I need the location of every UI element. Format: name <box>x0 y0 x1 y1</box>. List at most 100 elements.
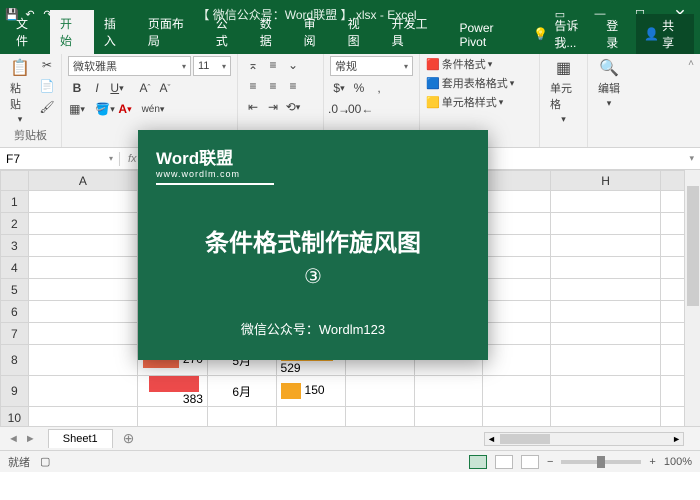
cond-format-label: 条件格式 <box>442 56 486 72</box>
overlay-logo: Word联盟 <box>156 144 470 169</box>
format-painter-icon[interactable]: 🖌 <box>38 98 56 116</box>
font-size-select[interactable]: 11▾ <box>193 56 231 76</box>
horizontal-scrollbar[interactable]: ◄► <box>484 432 684 446</box>
row-header[interactable]: 5 <box>1 279 29 301</box>
phonetic-button[interactable]: wén▾ <box>144 100 162 118</box>
cell-styles-icon: 🟨 <box>426 96 440 109</box>
clipboard-group-label: 剪贴板 <box>6 127 55 145</box>
zoom-value[interactable]: 100% <box>664 456 692 468</box>
scroll-right-icon[interactable]: ► <box>670 434 683 444</box>
currency-button[interactable]: $▾ <box>330 79 348 97</box>
login-link[interactable]: 登录 <box>606 17 630 51</box>
align-center-icon[interactable]: ≡ <box>264 77 282 95</box>
cut-icon[interactable]: ✂ <box>38 56 56 74</box>
sheet-nav-prev-icon[interactable]: ◄ <box>8 433 19 445</box>
share-button[interactable]: 👤共享 <box>636 14 694 54</box>
sheet-tab[interactable]: Sheet1 <box>48 429 113 448</box>
decrease-decimal-icon[interactable]: .00← <box>350 100 368 118</box>
row-header[interactable]: 1 <box>1 191 29 213</box>
paste-label: 粘贴 <box>10 80 30 112</box>
align-top-icon[interactable]: ⌅ <box>244 56 262 74</box>
tell-me[interactable]: 告诉我... <box>554 17 600 51</box>
add-sheet-button[interactable]: ⊕ <box>117 430 141 447</box>
cells-icon: ▦ <box>554 58 574 78</box>
cell-styles-button[interactable]: 🟨单元格样式▾ <box>426 94 503 110</box>
select-all-corner[interactable] <box>1 171 29 191</box>
row-header[interactable]: 10 <box>1 407 29 427</box>
overlay-url: www.wordlm.com <box>156 169 274 185</box>
fill-color-button[interactable]: 🪣▾ <box>96 100 114 118</box>
font-size-value: 11 <box>198 60 209 72</box>
collapse-ribbon-icon[interactable]: ˄ <box>682 54 700 147</box>
editing-button[interactable]: 🔍编辑▾ <box>594 56 624 111</box>
orientation-icon[interactable]: ⟲▾ <box>284 98 302 116</box>
number-format-select[interactable]: 常规▾ <box>330 56 413 76</box>
scroll-left-icon[interactable]: ◄ <box>485 434 498 444</box>
increase-font-icon[interactable]: Aˆ <box>136 79 154 97</box>
name-box[interactable]: F7▾ <box>0 152 120 166</box>
cell[interactable]: 6月 <box>207 376 276 407</box>
underline-button[interactable]: U▾ <box>108 79 126 97</box>
row-header[interactable]: 8 <box>1 345 29 376</box>
col-header[interactable]: H <box>551 171 661 191</box>
paste-button[interactable]: 📋 粘贴 ▾ <box>6 56 34 127</box>
slider-handle[interactable] <box>597 456 605 468</box>
view-normal-icon[interactable] <box>469 455 487 469</box>
tab-dev[interactable]: 开发工具 <box>382 10 450 54</box>
cell-styles-label: 单元格样式 <box>442 94 497 110</box>
macro-record-icon[interactable]: ▢ <box>40 455 50 468</box>
align-left-icon[interactable]: ≡ <box>244 77 262 95</box>
row-header[interactable]: 7 <box>1 323 29 345</box>
tab-pivot[interactable]: Power Pivot <box>449 16 533 54</box>
align-right-icon[interactable]: ≡ <box>284 77 302 95</box>
bold-button[interactable]: B <box>68 79 86 97</box>
cells-button[interactable]: ▦单元格▾ <box>546 56 581 127</box>
italic-button[interactable]: I <box>88 79 106 97</box>
chevron-down-icon: ▾ <box>182 62 186 71</box>
row-header[interactable]: 9 <box>1 376 29 407</box>
tell-me-icon: 💡 <box>533 27 548 41</box>
scroll-thumb[interactable] <box>500 434 550 444</box>
table-format-button[interactable]: 🟦套用表格格式▾ <box>426 75 514 91</box>
col-header[interactable]: A <box>28 171 138 191</box>
row-header[interactable]: 2 <box>1 213 29 235</box>
tab-data[interactable]: 数据 <box>250 10 294 54</box>
vertical-scrollbar[interactable] <box>684 170 700 426</box>
chevron-down-icon: ▾ <box>18 114 23 125</box>
comma-button[interactable]: , <box>370 79 388 97</box>
cell[interactable]: 383 <box>138 376 208 407</box>
align-bottom-icon[interactable]: ⌄ <box>284 56 302 74</box>
row-header[interactable]: 6 <box>1 301 29 323</box>
tab-formula[interactable]: 公式 <box>206 10 250 54</box>
align-middle-icon[interactable]: ≡ <box>264 56 282 74</box>
copy-icon[interactable]: 📄 <box>38 77 56 95</box>
view-page-layout-icon[interactable] <box>495 455 513 469</box>
zoom-in-icon[interactable]: + <box>649 456 655 468</box>
font-family-select[interactable]: 微软雅黑 ▾ <box>68 56 191 76</box>
view-page-break-icon[interactable] <box>521 455 539 469</box>
increase-indent-icon[interactable]: ⇥ <box>264 98 282 116</box>
font-family-value: 微软雅黑 <box>73 58 117 74</box>
sheet-nav-next-icon[interactable]: ► <box>25 433 36 445</box>
tab-home[interactable]: 开始 <box>50 10 94 54</box>
decrease-font-icon[interactable]: Aˇ <box>156 79 174 97</box>
zoom-out-icon[interactable]: − <box>547 456 553 468</box>
tab-view[interactable]: 视图 <box>338 10 382 54</box>
border-button[interactable]: ▦▾ <box>68 100 86 118</box>
font-color-button[interactable]: A▾ <box>116 100 134 118</box>
table-format-label: 套用表格格式 <box>442 75 508 91</box>
tab-insert[interactable]: 插入 <box>94 10 138 54</box>
overlay-title: 条件格式制作旋风图 <box>156 223 470 258</box>
tab-review[interactable]: 审阅 <box>294 10 338 54</box>
zoom-slider[interactable] <box>561 460 641 464</box>
expand-formula-icon[interactable]: ▾ <box>683 153 700 164</box>
tab-layout[interactable]: 页面布局 <box>138 10 206 54</box>
row-header[interactable]: 4 <box>1 257 29 279</box>
scroll-thumb[interactable] <box>687 186 699 306</box>
row-header[interactable]: 3 <box>1 235 29 257</box>
tab-file[interactable]: 文件 <box>6 10 50 54</box>
decrease-indent-icon[interactable]: ⇤ <box>244 98 262 116</box>
percent-button[interactable]: % <box>350 79 368 97</box>
conditional-format-button[interactable]: 🟥条件格式▾ <box>426 56 492 72</box>
cell[interactable]: 150 <box>276 376 346 407</box>
